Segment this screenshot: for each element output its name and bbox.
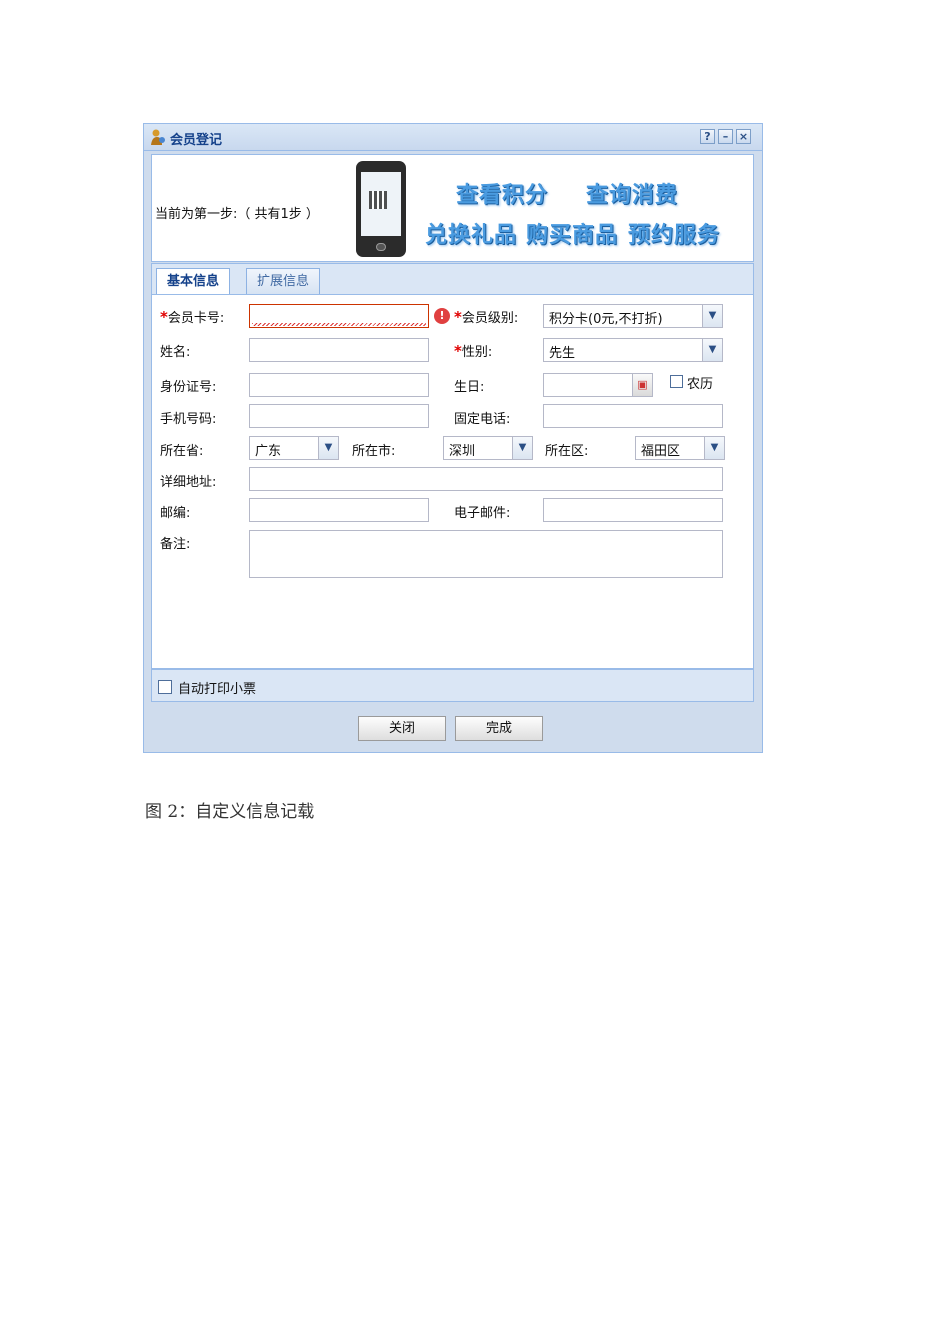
mobile-label: 手机号码: — [160, 412, 217, 427]
landline-label: 固定电话: — [454, 412, 511, 427]
promo-view-points: 查看积分 — [456, 182, 549, 208]
landline-input[interactable] — [543, 404, 723, 428]
basic-info-form: *会员卡号: ! *会员级别: 积分卡(0元,不打折) ▼ 姓名: *性别: 先… — [151, 294, 754, 669]
member-icon — [151, 129, 165, 145]
name-label: 姓名: — [160, 345, 191, 360]
member-level-value: 积分卡(0元,不打折) — [549, 312, 663, 327]
chevron-down-icon[interactable]: ▼ — [702, 305, 722, 327]
dialog-titlebar[interactable]: 会员登记 ? – × — [144, 124, 762, 151]
note-textarea[interactable] — [249, 530, 723, 578]
invalid-underline — [252, 323, 426, 326]
province-select[interactable]: 广东 ▼ — [249, 436, 339, 460]
address-input[interactable] — [249, 467, 723, 491]
phone-image — [356, 161, 406, 257]
district-label: 所在区: — [545, 444, 589, 459]
member-level-label: *会员级别: — [454, 308, 519, 326]
calendar-icon[interactable]: ▣ — [632, 374, 652, 396]
zip-label: 邮编: — [160, 506, 191, 521]
auto-print-label: 自动打印小票 — [178, 682, 257, 697]
district-select[interactable]: 福田区 ▼ — [635, 436, 725, 460]
tab-extended-info[interactable]: 扩展信息 — [246, 268, 321, 294]
address-label: 详细地址: — [160, 475, 217, 490]
dialog-title: 会员登记 — [170, 133, 223, 148]
lunar-checkbox[interactable] — [670, 375, 683, 388]
chevron-down-icon[interactable]: ▼ — [512, 437, 532, 459]
lunar-label: 农历 — [687, 377, 714, 392]
promo-redeem-gifts: 兑换礼品 — [425, 222, 518, 248]
promo-buy-products: 购买商品 — [526, 222, 619, 248]
help-icon[interactable]: ? — [700, 129, 715, 144]
mobile-input[interactable] — [249, 404, 429, 428]
promo-book-service: 预约服务 — [628, 222, 721, 248]
zip-input[interactable] — [249, 498, 429, 522]
district-value: 福田区 — [641, 444, 681, 459]
tab-strip: 基本信息 扩展信息 — [151, 263, 754, 295]
close-button[interactable]: 关闭 — [358, 716, 446, 741]
minimize-icon[interactable]: – — [718, 129, 733, 144]
name-input[interactable] — [249, 338, 429, 362]
gender-select[interactable]: 先生 ▼ — [543, 338, 723, 362]
city-label: 所在市: — [352, 444, 396, 459]
card-number-label: *会员卡号: — [160, 308, 225, 326]
province-value: 广东 — [255, 444, 282, 459]
step-indicator: 当前为第一步:（ 共有1步 ） — [155, 207, 319, 222]
error-icon: ! — [434, 308, 450, 324]
member-registration-dialog: 会员登记 ? – × 当前为第一步:（ 共有1步 ） 查看积分 查询消费 兑换礼… — [143, 123, 763, 753]
note-label: 备注: — [160, 537, 191, 552]
province-label: 所在省: — [160, 444, 204, 459]
figure-caption: 图 2：自定义信息记载 — [145, 802, 315, 822]
gender-label: *性别: — [454, 342, 493, 360]
qr-code-icon — [369, 191, 387, 209]
required-mark: * — [160, 308, 168, 326]
chevron-down-icon[interactable]: ▼ — [318, 437, 338, 459]
email-label: 电子邮件: — [454, 506, 511, 521]
tab-basic-info[interactable]: 基本信息 — [156, 268, 231, 295]
auto-print-checkbox[interactable] — [158, 680, 172, 694]
email-input[interactable] — [543, 498, 723, 522]
promo-query-spending: 查询消费 — [586, 182, 679, 208]
print-options-bar: 自动打印小票 — [151, 669, 754, 702]
birthday-label: 生日: — [454, 380, 485, 395]
chevron-down-icon[interactable]: ▼ — [702, 339, 722, 361]
gender-value: 先生 — [549, 346, 576, 361]
member-level-select[interactable]: 积分卡(0元,不打折) ▼ — [543, 304, 723, 328]
card-number-input[interactable] — [249, 304, 429, 328]
close-icon[interactable]: × — [736, 129, 751, 144]
city-value: 深圳 — [449, 444, 476, 459]
id-number-input[interactable] — [249, 373, 429, 397]
promo-banner: 当前为第一步:（ 共有1步 ） 查看积分 查询消费 兑换礼品 购买商品 预约服务 — [151, 154, 754, 262]
id-number-label: 身份证号: — [160, 380, 217, 395]
phone-home-button — [376, 243, 386, 251]
city-select[interactable]: 深圳 ▼ — [443, 436, 533, 460]
finish-button[interactable]: 完成 — [455, 716, 543, 741]
birthday-input[interactable]: ▣ — [543, 373, 653, 397]
chevron-down-icon[interactable]: ▼ — [704, 437, 724, 459]
